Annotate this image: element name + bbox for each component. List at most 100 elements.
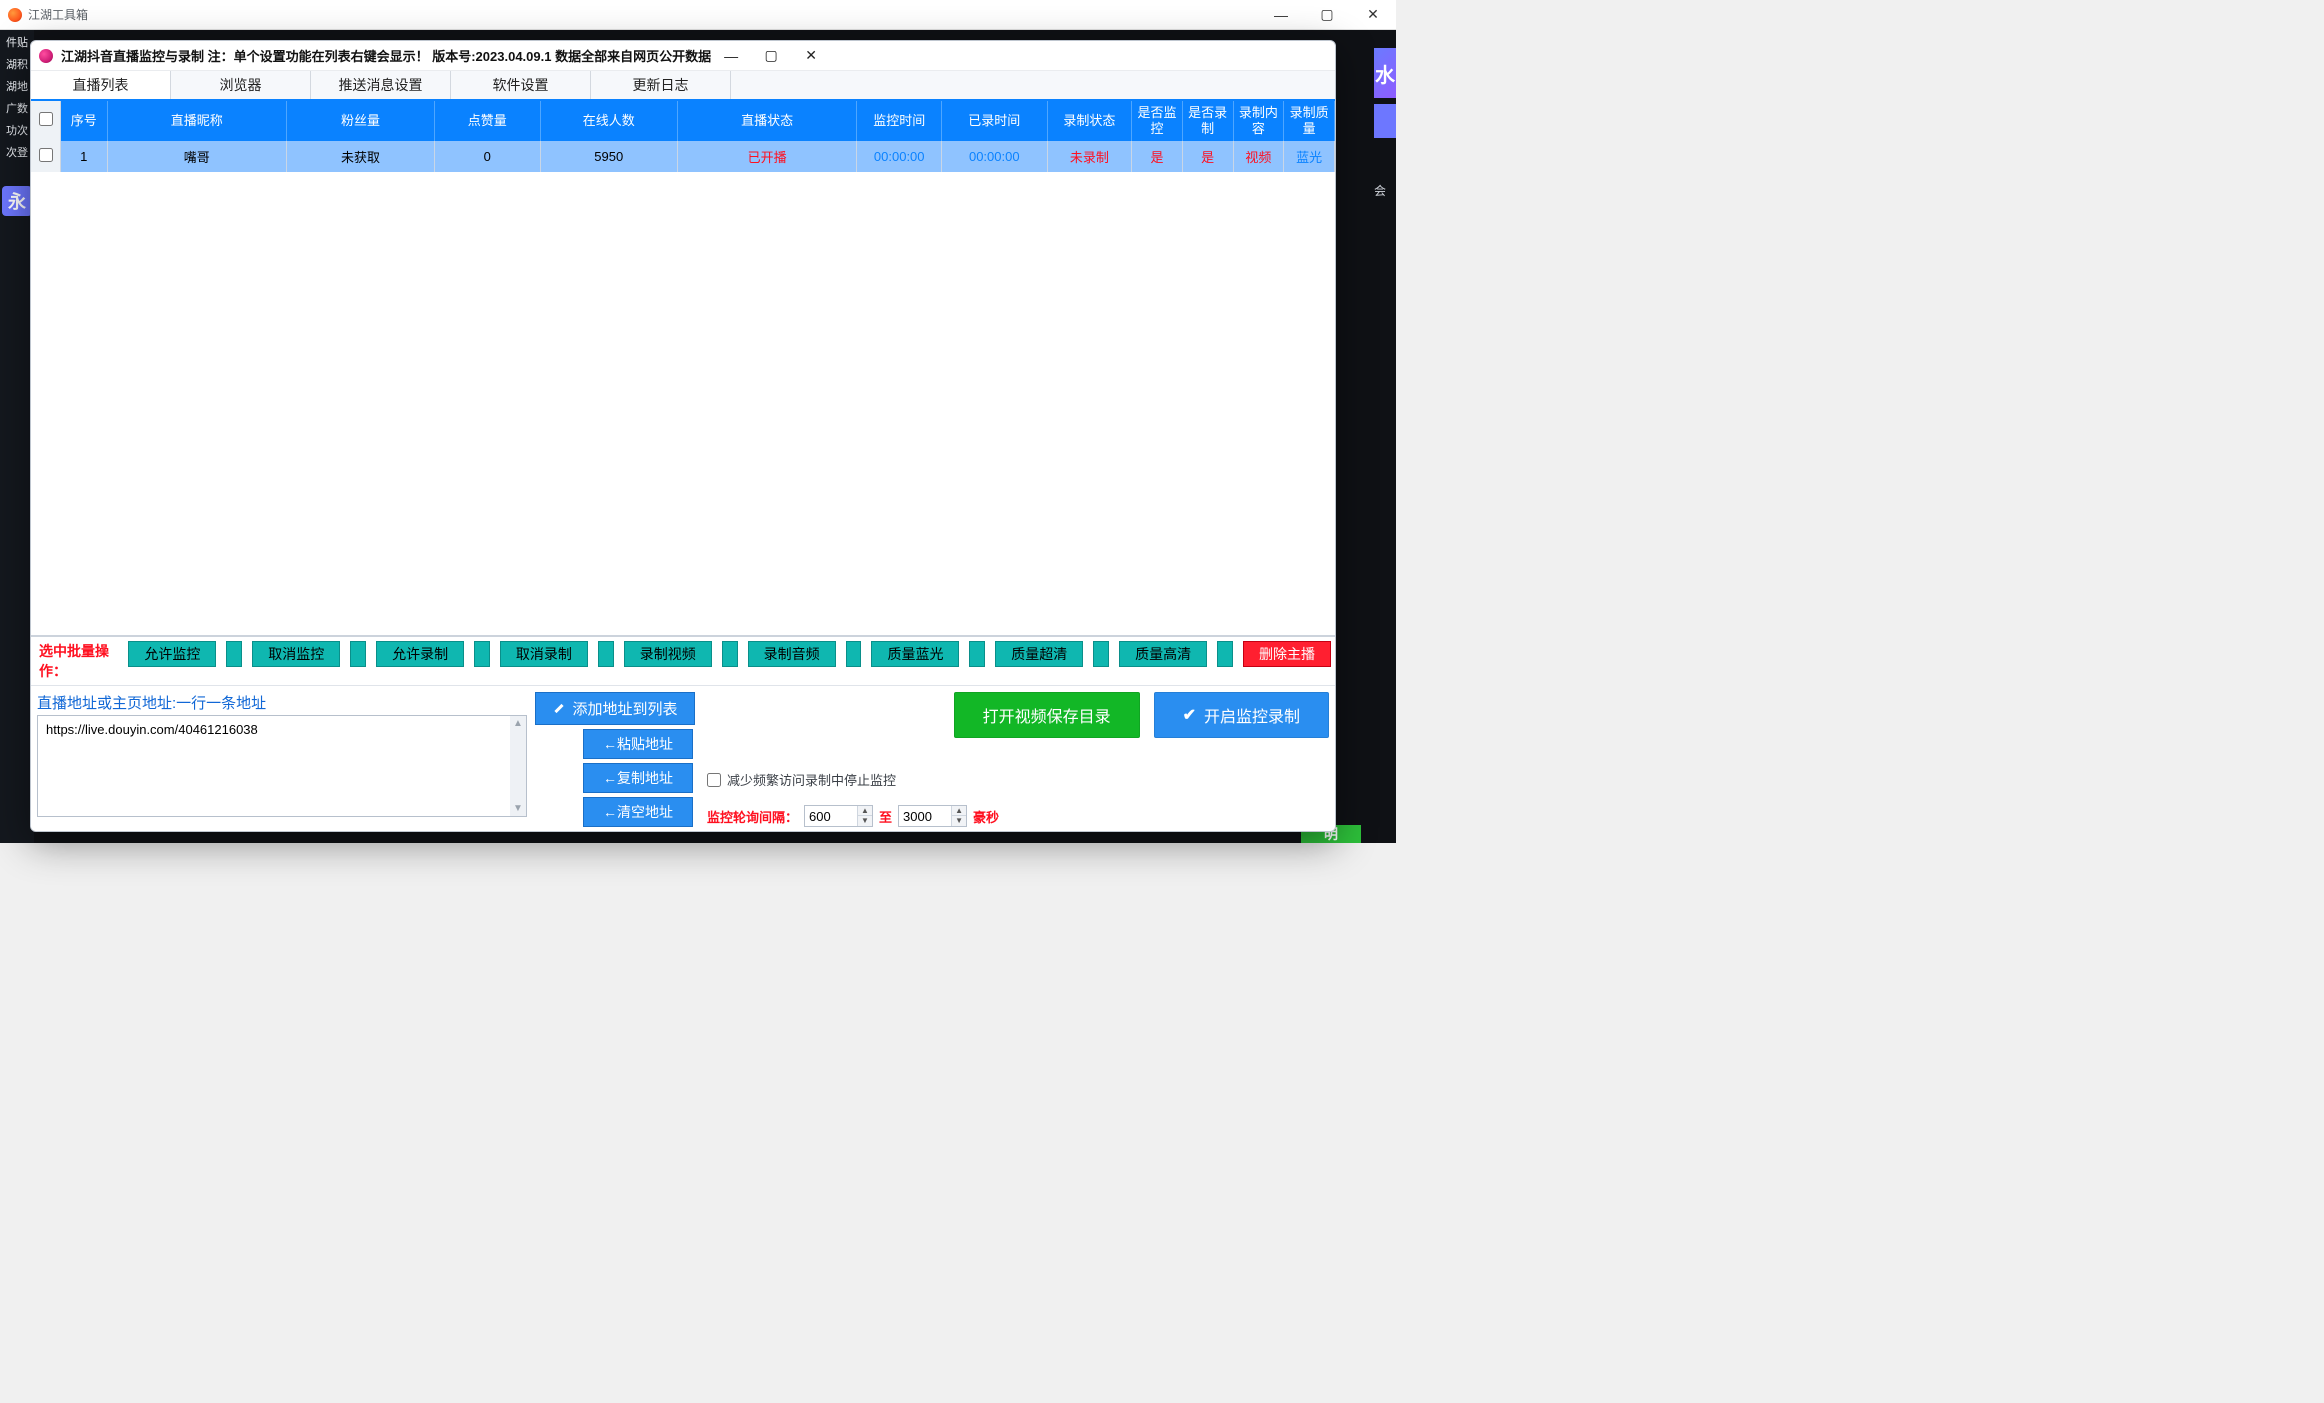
col-likes[interactable]: 点赞量 — [434, 101, 540, 141]
batch-gap-5 — [846, 641, 862, 667]
spin-up-icon[interactable]: ▲ — [858, 806, 872, 816]
right-accent-water: 水 — [1374, 48, 1396, 98]
reduce-freq-line: 减少频繁访问录制中停止监控 — [707, 770, 1329, 789]
col-idx[interactable]: 序号 — [61, 101, 107, 141]
col-isrec[interactable]: 是否录制 — [1182, 101, 1233, 141]
reduce-freq-checkbox[interactable] — [707, 773, 721, 787]
col-content[interactable]: 录制内容 — [1233, 101, 1284, 141]
outer-minimize-button[interactable]: — — [1258, 0, 1304, 30]
batch-record-audio[interactable]: 录制音频 — [748, 641, 836, 667]
cell-rectime: 00:00:00 — [941, 141, 1047, 172]
tab-livelist[interactable]: 直播列表 — [31, 71, 171, 99]
cell-quality: 蓝光 — [1284, 141, 1335, 172]
poll-to: 至 — [879, 807, 892, 826]
col-fans[interactable]: 粉丝量 — [287, 101, 435, 141]
copy-address-button[interactable]: ←复制地址 — [583, 763, 693, 793]
modal-maximize-button[interactable]: ▢ — [751, 42, 791, 70]
modal-title: 江湖抖音直播监控与录制 注：单个设置功能在列表右键会显示！ 版本号:2023.0… — [61, 46, 711, 65]
scroll-up-icon[interactable]: ▲ — [513, 718, 523, 729]
batch-quality-bluray[interactable]: 质量蓝光 — [871, 641, 959, 667]
open-save-dir-button[interactable]: 打开视频保存目录 — [954, 692, 1140, 738]
poll-unit: 豪秒 — [973, 807, 999, 826]
cell-montime: 00:00:00 — [857, 141, 942, 172]
start-monitor-record-label: 开启监控录制 — [1204, 703, 1300, 727]
col-status[interactable]: 直播状态 — [677, 101, 857, 141]
cell-fans: 未获取 — [287, 141, 435, 172]
poll-min-spinner: ▲ ▼ — [857, 806, 872, 826]
select-all-checkbox[interactable] — [39, 112, 53, 126]
app-icon — [8, 8, 22, 22]
batch-cancel-monitor[interactable]: 取消监控 — [252, 641, 340, 667]
add-address-button[interactable]: 添加地址到列表 — [535, 692, 695, 725]
reduce-freq-label: 减少频繁访问录制中停止监控 — [727, 770, 896, 789]
batch-gap-7 — [1093, 641, 1109, 667]
batch-gap-3 — [598, 641, 614, 667]
poll-max-input[interactable] — [899, 807, 951, 826]
clear-address-button[interactable]: ←清空地址 — [583, 797, 693, 827]
poll-max-box: ▲ ▼ — [898, 805, 967, 827]
table-row[interactable]: 1 嘴哥 未获取 0 5950 已开播 00:00:00 00:00:00 未录… — [31, 141, 1335, 172]
modal-close-button[interactable]: ✕ — [791, 42, 831, 70]
modal-app-icon — [39, 49, 53, 63]
sidebar-item-5[interactable]: 次登 — [0, 144, 34, 162]
batch-allow-record[interactable]: 允许录制 — [376, 641, 464, 667]
cell-content: 视频 — [1233, 141, 1284, 172]
col-online[interactable]: 在线人数 — [540, 101, 677, 141]
batch-record-video[interactable]: 录制视频 — [624, 641, 712, 667]
batch-gap-1 — [350, 641, 366, 667]
right-vip-label: 会 — [1374, 182, 1396, 199]
batch-gap-8 — [1217, 641, 1233, 667]
sidebar-item-4[interactable]: 功次 — [0, 122, 34, 140]
spin-up-icon[interactable]: ▲ — [952, 806, 966, 816]
tab-software-settings[interactable]: 软件设置 — [451, 71, 591, 99]
check-icon: ✔ — [1183, 705, 1196, 725]
address-scrollbar[interactable]: ▲ ▼ — [510, 716, 526, 816]
batch-delete-anchor[interactable]: 删除主播 — [1243, 641, 1331, 667]
row-checkbox[interactable] — [39, 148, 53, 162]
cell-likes: 0 — [434, 141, 540, 172]
header-checkbox-cell[interactable] — [31, 101, 61, 141]
col-rectime[interactable]: 已录时间 — [941, 101, 1047, 141]
cell-recstate: 未录制 — [1047, 141, 1132, 172]
cell-ismon: 是 — [1132, 141, 1183, 172]
address-textarea[interactable] — [38, 716, 510, 816]
modal-minimize-button[interactable]: — — [711, 42, 751, 70]
right-accent-purple — [1374, 104, 1396, 138]
sidebar-item-0[interactable]: 件贴 — [0, 34, 34, 52]
tab-browser[interactable]: 浏览器 — [171, 71, 311, 99]
tab-push-settings[interactable]: 推送消息设置 — [311, 71, 451, 99]
col-quality[interactable]: 录制质量 — [1284, 101, 1335, 141]
outer-window-titlebar: 江湖工具箱 — ▢ ✕ — [0, 0, 1396, 30]
sidebar-badge[interactable]: 永 — [2, 186, 32, 216]
scroll-down-icon[interactable]: ▼ — [513, 803, 523, 814]
col-recstate[interactable]: 录制状态 — [1047, 101, 1132, 141]
paste-address-button[interactable]: ←粘贴地址 — [583, 729, 693, 759]
tab-changelog[interactable]: 更新日志 — [591, 71, 731, 99]
pencil-icon — [552, 702, 566, 716]
batch-quality-hd[interactable]: 质量高清 — [1119, 641, 1207, 667]
spin-down-icon[interactable]: ▼ — [858, 816, 872, 826]
sidebar-item-2[interactable]: 湖地 — [0, 78, 34, 96]
sidebar-item-3[interactable]: 广数 — [0, 100, 34, 118]
start-monitor-record-button[interactable]: ✔ 开启监控录制 — [1154, 692, 1329, 738]
cell-status: 已开播 — [677, 141, 857, 172]
sidebar-item-1[interactable]: 湖积 — [0, 56, 34, 74]
outer-maximize-button[interactable]: ▢ — [1304, 0, 1350, 30]
batch-allow-monitor[interactable]: 允许监控 — [128, 641, 216, 667]
batch-gap-0 — [226, 641, 242, 667]
batch-cancel-record[interactable]: 取消录制 — [500, 641, 588, 667]
col-ismon[interactable]: 是否监控 — [1132, 101, 1183, 141]
col-nick[interactable]: 直播昵称 — [107, 101, 287, 141]
batch-quality-ultra[interactable]: 质量超清 — [995, 641, 1083, 667]
poll-max-spinner: ▲ ▼ — [951, 806, 966, 826]
poll-label: 监控轮询间隔： — [707, 807, 798, 826]
row-checkbox-cell[interactable] — [31, 141, 61, 172]
table-wrap[interactable]: 序号 直播昵称 粉丝量 点赞量 在线人数 直播状态 监控时间 已录时间 录制状态… — [31, 101, 1335, 635]
poll-min-input[interactable] — [805, 807, 857, 826]
outer-close-button[interactable]: ✕ — [1350, 0, 1396, 30]
col-montime[interactable]: 监控时间 — [857, 101, 942, 141]
cell-nick: 嘴哥 — [107, 141, 287, 172]
spin-down-icon[interactable]: ▼ — [952, 816, 966, 826]
open-save-dir-label: 打开视频保存目录 — [983, 703, 1111, 727]
outer-window-title: 江湖工具箱 — [28, 6, 88, 23]
